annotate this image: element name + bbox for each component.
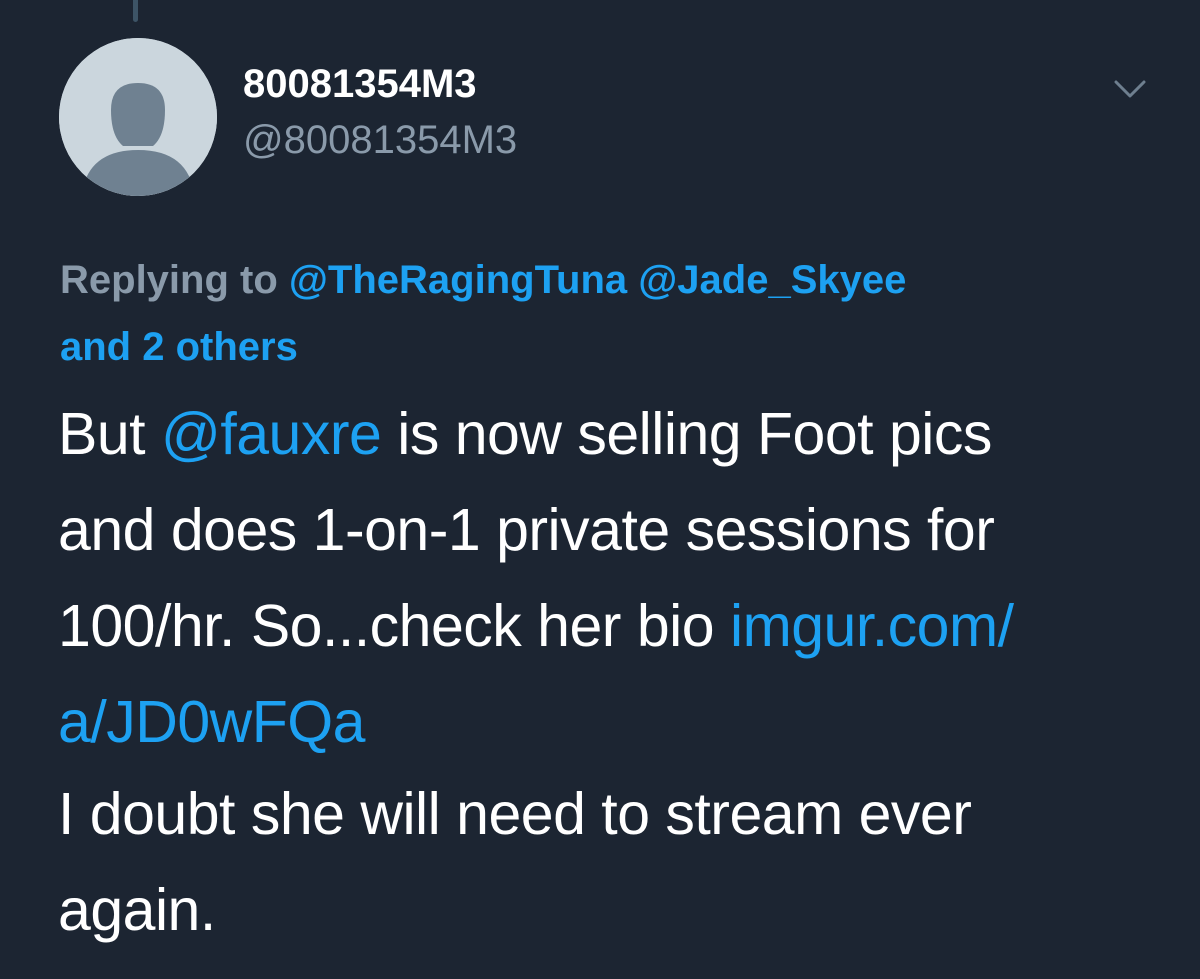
tweet-text: 100/hr. So...check her bio bbox=[58, 593, 730, 659]
reply-context-others: and 2 others bbox=[60, 325, 298, 370]
avatar[interactable] bbox=[59, 38, 217, 196]
tweet-text-line: a/JD0wFQa bbox=[58, 688, 365, 756]
tweet-link[interactable]: a/JD0wFQa bbox=[58, 689, 365, 755]
replying-to-label: Replying to bbox=[60, 258, 278, 302]
reply-mention-jade-skyee[interactable]: @Jade_Skyee bbox=[638, 258, 906, 302]
author-handle[interactable]: @80081354M3 bbox=[243, 118, 517, 163]
reply-context: Replying to @TheRagingTuna @Jade_Skyee bbox=[60, 258, 906, 303]
tweet-text-line: I doubt she will need to stream ever bbox=[58, 780, 972, 848]
tweet-text-line: But @fauxre is now selling Foot pics bbox=[58, 400, 992, 468]
reply-mention-theragingtuna[interactable]: @TheRagingTuna bbox=[289, 258, 627, 302]
tweet-text-line: again. bbox=[58, 876, 216, 944]
tweet-text: and does 1-on-1 private sessions for bbox=[58, 497, 995, 563]
tweet-text-line: and does 1-on-1 private sessions for bbox=[58, 496, 995, 564]
default-avatar-icon bbox=[59, 38, 217, 196]
reply-others-link[interactable]: and 2 others bbox=[60, 325, 298, 369]
tweet-text: again. bbox=[58, 877, 216, 943]
thread-connector-line bbox=[133, 0, 138, 22]
tweet-text: I doubt she will need to stream ever bbox=[58, 781, 972, 847]
tweet-text-line: 100/hr. So...check her bio imgur.com/ bbox=[58, 592, 1014, 660]
chevron-down-icon[interactable] bbox=[1110, 74, 1150, 104]
tweet-link[interactable]: imgur.com/ bbox=[730, 593, 1014, 659]
tweet-text: is now selling Foot pics bbox=[381, 401, 992, 467]
tweet-mention-fauxre[interactable]: @fauxre bbox=[161, 401, 382, 467]
author-display-name[interactable]: 80081354M3 bbox=[243, 62, 477, 107]
tweet-text: But bbox=[58, 401, 161, 467]
